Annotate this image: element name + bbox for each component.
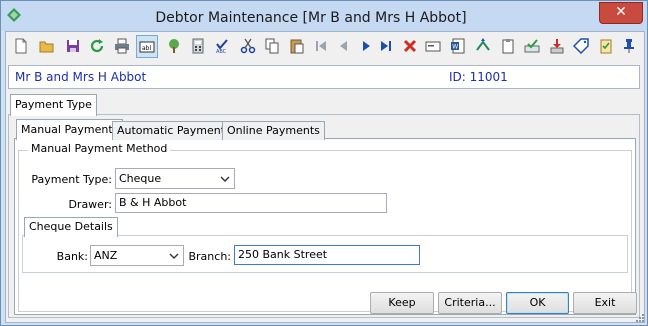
criteria-button[interactable]: Criteria... <box>438 292 502 314</box>
pin-icon[interactable] <box>619 36 639 56</box>
payment-type-select[interactable]: Cheque <box>115 168 235 189</box>
next-record-icon[interactable] <box>356 36 376 56</box>
toolbar: abl ABC W <box>8 34 642 60</box>
window-title: Debtor Maintenance [Mr B and Mrs H Abbot… <box>155 10 467 26</box>
open-folder-icon[interactable] <box>37 36 57 56</box>
svg-text:ABC: ABC <box>216 49 227 54</box>
drawer-field[interactable]: B & H Abbot <box>115 193 387 213</box>
branch-label: Branch: <box>188 250 231 263</box>
new-icon[interactable] <box>11 36 31 56</box>
window-client-area: abl ABC W Mr B and Mrs H Abbot ID: 11001… <box>5 31 645 323</box>
approve-icon[interactable] <box>522 36 542 56</box>
card-icon[interactable] <box>423 36 443 56</box>
tree-icon[interactable] <box>164 36 184 56</box>
tab-cheque-details[interactable]: Cheque Details <box>24 217 118 237</box>
svg-text:W: W <box>452 44 458 51</box>
chevron-down-icon <box>220 176 230 182</box>
svg-text:abl: abl <box>142 45 151 52</box>
ok-button[interactable]: OK <box>506 292 569 314</box>
payment-type-label: Payment Type: <box>31 173 112 186</box>
download-icon[interactable] <box>547 36 567 56</box>
bank-label: Bank: <box>56 250 88 263</box>
clipboard-icon[interactable] <box>498 36 518 56</box>
drawer-label: Drawer: <box>68 198 112 211</box>
word-document-icon[interactable]: W <box>448 36 468 56</box>
manual-payment-method-label: Manual Payment Method <box>28 142 171 155</box>
tab-manual-payments[interactable]: Manual Payments <box>16 119 124 140</box>
calculator-icon[interactable] <box>188 36 208 56</box>
delete-icon[interactable] <box>400 36 420 56</box>
payment-type-value: Cheque <box>119 172 162 185</box>
exit-button[interactable]: Exit <box>573 292 637 314</box>
copy-icon[interactable] <box>262 36 282 56</box>
tab-online-payments[interactable]: Online Payments <box>222 121 325 140</box>
print-icon[interactable] <box>112 36 132 56</box>
save-icon[interactable] <box>63 36 83 56</box>
debtor-name: Mr B and Mrs H Abbot <box>15 70 147 84</box>
debtor-maintenance-window: Debtor Maintenance [Mr B and Mrs H Abbot… <box>0 0 648 326</box>
last-record-icon[interactable] <box>376 36 396 56</box>
tag-icon[interactable] <box>571 36 591 56</box>
keep-button[interactable]: Keep <box>370 292 434 314</box>
bank-select[interactable]: ANZ <box>90 245 184 266</box>
previous-record-icon[interactable] <box>334 36 354 56</box>
route-icon[interactable] <box>473 36 493 56</box>
resize-grip-icon[interactable] <box>635 313 645 323</box>
refresh-icon[interactable] <box>87 36 107 56</box>
tab-payment-type[interactable]: Payment Type <box>10 94 97 116</box>
close-button[interactable]: ✕ <box>599 2 643 24</box>
first-record-icon[interactable] <box>311 36 331 56</box>
tab-automatic-payments[interactable]: Automatic Payments <box>112 121 236 140</box>
text-field-icon[interactable]: abl <box>136 35 158 58</box>
chevron-down-icon <box>169 253 179 259</box>
branch-field[interactable]: 250 Bank Street <box>234 245 420 265</box>
debtor-id: ID: 11001 <box>449 70 508 84</box>
cut-icon[interactable] <box>238 36 258 56</box>
paste-icon[interactable] <box>287 36 307 56</box>
debtor-info-bar: Mr B and Mrs H Abbot ID: 11001 <box>8 65 640 89</box>
title-bar[interactable]: Debtor Maintenance [Mr B and Mrs H Abbot… <box>1 1 647 31</box>
checklist-icon[interactable] <box>596 36 616 56</box>
spellcheck-icon[interactable]: ABC <box>213 36 233 56</box>
bank-value: ANZ <box>94 249 118 262</box>
